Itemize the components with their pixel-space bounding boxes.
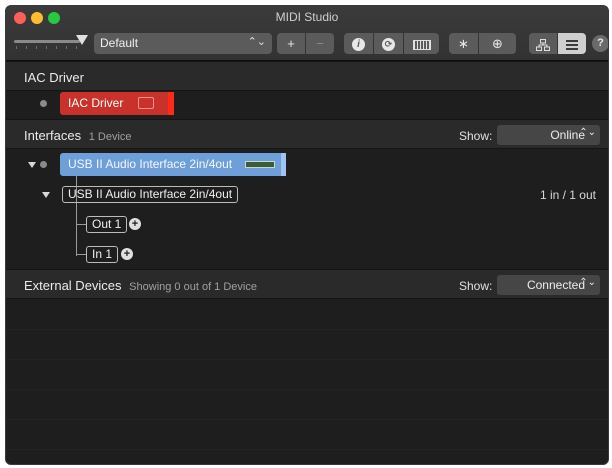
tree-branch-out <box>76 224 86 225</box>
configuration-value: Default <box>100 36 139 50</box>
port-out-1[interactable]: Out 1 <box>86 216 128 233</box>
usb-device-icon <box>245 161 275 168</box>
list-view-button[interactable] <box>558 33 586 54</box>
interfaces-show-label: Show: <box>459 129 493 143</box>
rescan-icon: ⟳ <box>382 38 395 52</box>
interfaces-count: 1 Device <box>88 131 132 143</box>
globe-icon: ⊕ <box>492 36 503 51</box>
usb-status-dot <box>40 161 47 168</box>
external-show-label: Show: <box>459 279 493 293</box>
usb-entity[interactable]: USB II Audio Interface 2in/4out <box>62 186 239 203</box>
usb-device-label: USB II Audio Interface 2in/4out <box>68 157 233 171</box>
list-icon <box>566 39 578 50</box>
bluetooth-config-button[interactable]: ∗ <box>449 33 478 54</box>
bluetooth-icon: ∗ <box>458 36 469 51</box>
external-section-title: External Devices Showing 0 out of 1 Devi… <box>24 278 257 293</box>
external-devices-list <box>6 300 608 464</box>
add-port-in-icon[interactable]: + <box>121 248 133 260</box>
external-count: Showing 0 out of 1 Device <box>129 281 257 293</box>
add-port-out-icon[interactable]: + <box>129 218 141 230</box>
tree-branch-in <box>76 254 86 255</box>
slider-ticks <box>16 46 80 49</box>
midi-studio-window: MIDI Studio Default ⌃⌄ + − i ⟳ ∗ ⊕ ? IAC… <box>5 5 609 465</box>
external-devices-section-header: External Devices Showing 0 out of 1 Devi… <box>6 269 608 299</box>
hierarchy-icon <box>536 38 550 51</box>
usb-audio-interface-device[interactable]: USB II Audio Interface 2in/4out <box>60 153 286 176</box>
iac-driver-device[interactable]: IAC Driver <box>60 92 174 115</box>
window-title: MIDI Studio <box>275 10 339 24</box>
test-setup-button[interactable] <box>404 33 439 54</box>
iac-device-label: IAC Driver <box>68 96 124 110</box>
external-show-value: Connected <box>526 278 585 292</box>
select-stepper-icon: ⌃⌄ <box>579 277 596 288</box>
rescan-midi-button[interactable]: ⟳ <box>374 33 403 54</box>
network-config-button[interactable]: ⊕ <box>479 33 516 54</box>
interfaces-title: Interfaces <box>24 128 82 143</box>
show-info-button[interactable]: i <box>344 33 373 54</box>
select-stepper-icon: ⌃⌄ <box>579 127 596 138</box>
titlebar: MIDI Studio Default ⌃⌄ + − i ⟳ ∗ ⊕ ? <box>6 6 608 61</box>
configuration-select[interactable]: Default ⌃⌄ <box>94 33 272 54</box>
external-title: External Devices <box>24 278 122 293</box>
port-in-1[interactable]: In 1 <box>86 246 119 263</box>
ports-summary: 1 in / 1 out <box>539 188 596 202</box>
icon-size-slider[interactable] <box>14 33 88 49</box>
external-show-select[interactable]: Connected ⌃⌄ <box>497 275 600 295</box>
add-device-button[interactable]: + <box>277 33 305 54</box>
keyboard-icon <box>412 39 431 50</box>
select-stepper-icon: ⌃⌄ <box>247 36 266 48</box>
iac-status-dot <box>40 100 47 107</box>
interfaces-section-title: Interfaces 1 Device <box>24 128 132 143</box>
iac-driver-icon <box>138 97 154 109</box>
help-button[interactable]: ? <box>592 35 608 52</box>
info-icon: i <box>352 38 365 52</box>
slider-knob[interactable] <box>76 35 88 45</box>
slider-track <box>14 40 80 43</box>
interfaces-section-header: Interfaces 1 Device Show: Online ⌃⌄ <box>6 119 608 149</box>
entity-disclosure-triangle[interactable] <box>42 192 50 198</box>
iac-section-title: IAC Driver <box>24 70 84 85</box>
iac-driver-section-header: IAC Driver <box>6 61 608 91</box>
hierarchy-view-button[interactable] <box>529 33 557 54</box>
interfaces-show-select[interactable]: Online ⌃⌄ <box>497 125 600 145</box>
remove-device-button[interactable]: − <box>306 33 334 54</box>
device-disclosure-triangle[interactable] <box>28 162 36 168</box>
